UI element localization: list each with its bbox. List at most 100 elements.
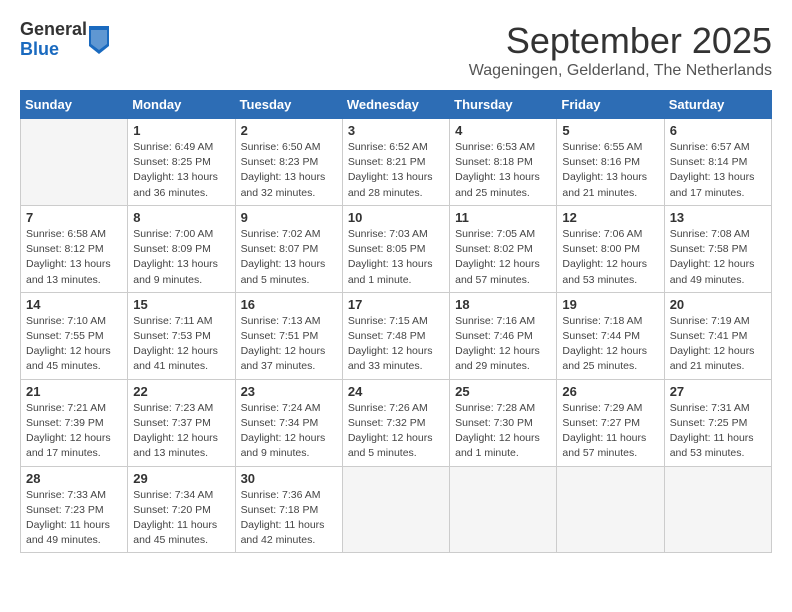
day-info: Sunrise: 7:06 AM Sunset: 8:00 PM Dayligh… <box>562 227 658 288</box>
day-number: 25 <box>455 384 551 399</box>
month-title: September 2025 <box>469 20 772 62</box>
calendar-cell: 10Sunrise: 7:03 AM Sunset: 8:05 PM Dayli… <box>342 205 449 292</box>
calendar-cell: 26 Sunrise: 7:29 AM Sunset: 7:27 PM Dayli… <box>557 379 664 466</box>
day-number: 1 <box>133 123 229 138</box>
logo-icon <box>89 26 109 54</box>
day-info: Sunrise: 7:34 AM Sunset: 7:20 PM Dayligh… <box>133 488 229 549</box>
day-info: Sunrise: 6:49 AM Sunset: 8:25 PM Dayligh… <box>133 140 229 201</box>
logo-general: General <box>20 20 87 40</box>
day-info: Sunrise: 7:13 AM Sunset: 7:51 PM Dayligh… <box>241 314 337 375</box>
calendar-cell: 11 Sunrise: 7:05 AM Sunset: 8:02 PM Dayli… <box>450 205 557 292</box>
day-info: Sunrise: 6:58 AM Sunset: 8:12 PM Dayligh… <box>26 227 122 288</box>
day-number: 27 <box>670 384 766 399</box>
calendar-week-3: 14 Sunrise: 7:10 AM Sunset: 7:55 PM Dayli… <box>21 292 772 379</box>
calendar-cell: 21Sunrise: 7:21 AM Sunset: 7:39 PM Dayli… <box>21 379 128 466</box>
day-header-saturday: Saturday <box>664 91 771 119</box>
calendar-cell: 14 Sunrise: 7:10 AM Sunset: 7:55 PM Dayli… <box>21 292 128 379</box>
day-info: Sunrise: 6:57 AM Sunset: 8:14 PM Dayligh… <box>670 140 766 201</box>
calendar-cell: 16 Sunrise: 7:13 AM Sunset: 7:51 PM Dayli… <box>235 292 342 379</box>
day-number: 12 <box>562 210 658 225</box>
day-number: 22 <box>133 384 229 399</box>
day-info: Sunrise: 7:24 AM Sunset: 7:34 PM Dayligh… <box>241 401 337 462</box>
day-info: Sunrise: 7:19 AM Sunset: 7:41 PM Dayligh… <box>670 314 766 375</box>
day-number: 21 <box>26 384 122 399</box>
day-info: Sunrise: 6:52 AM Sunset: 8:21 PM Dayligh… <box>348 140 444 201</box>
calendar-cell: 12 Sunrise: 7:06 AM Sunset: 8:00 PM Dayli… <box>557 205 664 292</box>
day-info: Sunrise: 6:50 AM Sunset: 8:23 PM Dayligh… <box>241 140 337 201</box>
day-info: Sunrise: 7:31 AM Sunset: 7:25 PM Dayligh… <box>670 401 766 462</box>
day-info: Sunrise: 7:11 AM Sunset: 7:53 PM Dayligh… <box>133 314 229 375</box>
day-number: 2 <box>241 123 337 138</box>
location: Wageningen, Gelderland, The Netherlands <box>469 62 772 80</box>
day-info: Sunrise: 7:05 AM Sunset: 8:02 PM Dayligh… <box>455 227 551 288</box>
calendar-cell <box>450 466 557 553</box>
day-header-sunday: Sunday <box>21 91 128 119</box>
day-info: Sunrise: 6:55 AM Sunset: 8:16 PM Dayligh… <box>562 140 658 201</box>
day-header-thursday: Thursday <box>450 91 557 119</box>
logo-text: General Blue <box>20 20 87 60</box>
day-number: 8 <box>133 210 229 225</box>
day-number: 14 <box>26 297 122 312</box>
calendar-cell: 4 Sunrise: 6:53 AM Sunset: 8:18 PM Daylig… <box>450 119 557 206</box>
day-number: 20 <box>670 297 766 312</box>
calendar-cell: 8 Sunrise: 7:00 AM Sunset: 8:09 PM Daylig… <box>128 205 235 292</box>
day-number: 19 <box>562 297 658 312</box>
day-info: Sunrise: 7:15 AM Sunset: 7:48 PM Dayligh… <box>348 314 444 375</box>
calendar-cell: 22 Sunrise: 7:23 AM Sunset: 7:37 PM Dayli… <box>128 379 235 466</box>
day-info: Sunrise: 7:00 AM Sunset: 8:09 PM Dayligh… <box>133 227 229 288</box>
day-header-tuesday: Tuesday <box>235 91 342 119</box>
day-info: Sunrise: 7:23 AM Sunset: 7:37 PM Dayligh… <box>133 401 229 462</box>
calendar-cell: 7 Sunrise: 6:58 AM Sunset: 8:12 PM Daylig… <box>21 205 128 292</box>
day-number: 9 <box>241 210 337 225</box>
day-info: Sunrise: 7:26 AM Sunset: 7:32 PM Dayligh… <box>348 401 444 462</box>
calendar-cell: 18 Sunrise: 7:16 AM Sunset: 7:46 PM Dayli… <box>450 292 557 379</box>
logo: General Blue <box>20 20 109 60</box>
day-info: Sunrise: 7:29 AM Sunset: 7:27 PM Dayligh… <box>562 401 658 462</box>
calendar-cell: 30Sunrise: 7:36 AM Sunset: 7:18 PM Dayli… <box>235 466 342 553</box>
calendar-cell: 24 Sunrise: 7:26 AM Sunset: 7:32 PM Dayli… <box>342 379 449 466</box>
calendar-cell: 25 Sunrise: 7:28 AM Sunset: 7:30 PM Dayli… <box>450 379 557 466</box>
day-number: 15 <box>133 297 229 312</box>
page-header: General Blue September 2025 Wageningen, … <box>20 20 772 80</box>
day-number: 24 <box>348 384 444 399</box>
calendar-week-1: 1 Sunrise: 6:49 AM Sunset: 8:25 PM Daylig… <box>21 119 772 206</box>
day-header-monday: Monday <box>128 91 235 119</box>
calendar-cell: 13Sunrise: 7:08 AM Sunset: 7:58 PM Dayli… <box>664 205 771 292</box>
calendar-table: SundayMondayTuesdayWednesdayThursdayFrid… <box>20 90 772 553</box>
day-number: 5 <box>562 123 658 138</box>
calendar-week-2: 7 Sunrise: 6:58 AM Sunset: 8:12 PM Daylig… <box>21 205 772 292</box>
day-info: Sunrise: 6:53 AM Sunset: 8:18 PM Dayligh… <box>455 140 551 201</box>
calendar-cell: 27 Sunrise: 7:31 AM Sunset: 7:25 PM Dayli… <box>664 379 771 466</box>
calendar-cell: 6Sunrise: 6:57 AM Sunset: 8:14 PM Daylig… <box>664 119 771 206</box>
day-info: Sunrise: 7:16 AM Sunset: 7:46 PM Dayligh… <box>455 314 551 375</box>
day-info: Sunrise: 7:33 AM Sunset: 7:23 PM Dayligh… <box>26 488 122 549</box>
calendar-week-5: 28 Sunrise: 7:33 AM Sunset: 7:23 PM Dayli… <box>21 466 772 553</box>
day-number: 4 <box>455 123 551 138</box>
day-info: Sunrise: 7:28 AM Sunset: 7:30 PM Dayligh… <box>455 401 551 462</box>
logo-blue: Blue <box>20 40 87 60</box>
day-info: Sunrise: 7:10 AM Sunset: 7:55 PM Dayligh… <box>26 314 122 375</box>
calendar-cell: 1 Sunrise: 6:49 AM Sunset: 8:25 PM Daylig… <box>128 119 235 206</box>
day-number: 11 <box>455 210 551 225</box>
day-number: 26 <box>562 384 658 399</box>
day-number: 7 <box>26 210 122 225</box>
day-number: 23 <box>241 384 337 399</box>
day-info: Sunrise: 7:03 AM Sunset: 8:05 PM Dayligh… <box>348 227 444 288</box>
calendar-cell: 3 Sunrise: 6:52 AM Sunset: 8:21 PM Daylig… <box>342 119 449 206</box>
calendar-cell: 28 Sunrise: 7:33 AM Sunset: 7:23 PM Dayli… <box>21 466 128 553</box>
day-number: 16 <box>241 297 337 312</box>
calendar-cell: 2 Sunrise: 6:50 AM Sunset: 8:23 PM Daylig… <box>235 119 342 206</box>
calendar-cell: 17Sunrise: 7:15 AM Sunset: 7:48 PM Dayli… <box>342 292 449 379</box>
title-block: September 2025 Wageningen, Gelderland, T… <box>469 20 772 80</box>
calendar-cell: 5 Sunrise: 6:55 AM Sunset: 8:16 PM Daylig… <box>557 119 664 206</box>
calendar-cell: 29Sunrise: 7:34 AM Sunset: 7:20 PM Dayli… <box>128 466 235 553</box>
calendar-cell <box>342 466 449 553</box>
calendar-cell: 20 Sunrise: 7:19 AM Sunset: 7:41 PM Dayli… <box>664 292 771 379</box>
calendar-cell <box>557 466 664 553</box>
day-number: 28 <box>26 471 122 486</box>
day-number: 3 <box>348 123 444 138</box>
day-header-wednesday: Wednesday <box>342 91 449 119</box>
day-info: Sunrise: 7:36 AM Sunset: 7:18 PM Dayligh… <box>241 488 337 549</box>
day-number: 18 <box>455 297 551 312</box>
day-number: 13 <box>670 210 766 225</box>
